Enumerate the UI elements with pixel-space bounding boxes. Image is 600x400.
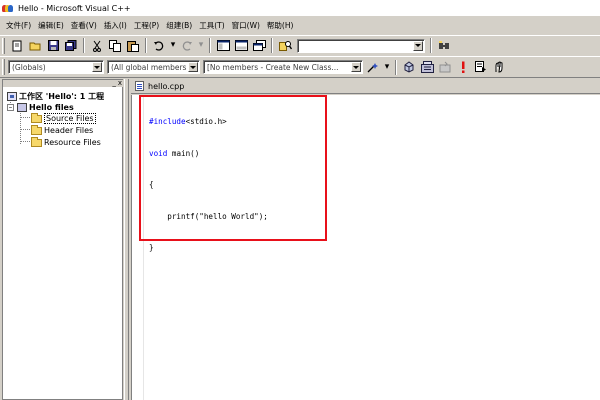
toolbar-separator [430, 38, 432, 53]
menu-tools[interactable]: 工具(T) [199, 20, 224, 31]
folder-icon [31, 112, 42, 123]
toolbar-separator [145, 38, 147, 53]
cpp-file-icon [135, 81, 144, 91]
class-scope-value: (Globals) [12, 62, 46, 72]
code-line: #include<stdio.h> [149, 117, 227, 126]
tree-folder-source-files[interactable]: Source Files [31, 112, 96, 124]
output-icon[interactable] [234, 39, 248, 53]
save-icon[interactable] [46, 39, 60, 53]
workspace-pane: _ x – 工作区 'Hello': 1 工程 Hello files Sour… [2, 79, 124, 400]
workspace-icon[interactable] [216, 39, 230, 53]
cut-icon[interactable] [90, 39, 104, 53]
standard-toolbar: ▾ ▾ [0, 35, 600, 55]
compile-icon[interactable] [402, 60, 416, 74]
execute-icon[interactable] [456, 60, 470, 74]
workspace-root-label: 工作区 'Hello': 1 工程 [19, 92, 105, 101]
code-text[interactable]: #include<stdio.h> void main() { printf("… [149, 96, 268, 275]
workspace-icon [7, 92, 17, 101]
save-all-icon[interactable] [64, 39, 78, 53]
class-scope-chevron-down-icon[interactable] [92, 62, 102, 72]
project-label: Hello files [29, 103, 74, 112]
workspace-close-button[interactable]: x [118, 79, 122, 87]
toolbar-grip[interactable] [2, 59, 5, 75]
header-files-label: Header Files [44, 126, 94, 135]
members-filter-combo[interactable]: (All global members [107, 60, 200, 74]
resource-files-label: Resource Files [44, 138, 101, 147]
wizard-action-dropdown-chevron-down-icon[interactable]: ▾ [384, 60, 390, 74]
pane-splitter[interactable] [124, 79, 129, 400]
source-files-label: Source Files [44, 113, 96, 124]
document-title: hello.cpp [148, 81, 185, 91]
window-list-icon[interactable] [252, 39, 266, 53]
insert-breakpoint-icon[interactable] [492, 60, 506, 74]
editor-gutter[interactable] [132, 95, 144, 400]
undo-icon[interactable] [152, 39, 166, 53]
build-icon[interactable] [420, 60, 434, 74]
toolbar-separator [209, 38, 211, 53]
tree-project[interactable]: Hello files [17, 102, 74, 113]
workspace-minimize-button[interactable]: _ [112, 79, 116, 87]
document-tab[interactable]: hello.cpp [131, 79, 600, 94]
copy-icon[interactable] [108, 39, 122, 53]
open-folder-icon[interactable] [28, 39, 42, 53]
code-line: { [149, 180, 154, 189]
tree-folder-resource-files[interactable]: Resource Files [31, 136, 101, 148]
visual-cpp-logo-icon [2, 4, 13, 13]
find-icon[interactable] [437, 39, 451, 53]
stop-build-icon[interactable] [438, 60, 452, 74]
code-line: } [149, 243, 154, 252]
code-line: void main() [149, 148, 200, 158]
find-in-files-icon[interactable] [278, 39, 292, 53]
menu-edit[interactable]: 编辑(E) [38, 20, 64, 31]
folder-icon [31, 136, 42, 147]
toolbar-separator [395, 59, 397, 75]
workspace-pane-header[interactable]: _ x [3, 79, 124, 87]
members-filter-chevron-down-icon[interactable] [188, 62, 198, 72]
code-line: printf("hello World"); [149, 211, 268, 221]
menu-build[interactable]: 组建(B) [166, 20, 192, 31]
tree-workspace-root[interactable]: 工作区 'Hello': 1 工程 [7, 91, 104, 102]
toolbar-separator [83, 38, 85, 53]
function-combo-chevron-down-icon[interactable] [351, 62, 361, 72]
menu-window[interactable]: 窗口(W) [232, 20, 260, 31]
code-editor[interactable]: #include<stdio.h> void main() { printf("… [131, 95, 600, 400]
window-title: Hello - Microsoft Visual C++ [18, 3, 131, 13]
wizard-build-toolbar: (Globals) (All global members [No member… [0, 56, 600, 78]
undo-dropdown-chevron-down-icon[interactable]: ▾ [170, 39, 176, 53]
members-filter-value: (All global members [111, 62, 187, 72]
toolbar-separator [271, 38, 273, 53]
redo-icon[interactable] [180, 39, 194, 53]
wizard-action-icon[interactable] [366, 60, 380, 74]
paste-icon[interactable] [126, 39, 140, 53]
redo-dropdown-chevron-down-icon[interactable]: ▾ [198, 39, 204, 53]
tree-collapse-icon[interactable]: – [7, 104, 14, 111]
function-combo[interactable]: [No members - Create New Class... [203, 60, 363, 74]
menu-insert[interactable]: 插入(I) [104, 20, 127, 31]
find-combo-chevron-down-icon[interactable] [413, 40, 423, 51]
tree-folder-header-files[interactable]: Header Files [31, 124, 94, 136]
function-combo-value: [No members - Create New Class... [207, 62, 339, 72]
project-icon [17, 103, 27, 112]
menu-file[interactable]: 文件(F) [6, 20, 31, 31]
find-combo[interactable] [297, 38, 425, 53]
new-file-icon[interactable] [10, 39, 24, 53]
title-bar: Hello - Microsoft Visual C++ [0, 0, 600, 16]
menu-view[interactable]: 查看(V) [71, 20, 97, 31]
menu-help[interactable]: 帮助(H) [267, 20, 294, 31]
class-scope-combo[interactable]: (Globals) [8, 60, 104, 74]
toolbar-grip[interactable] [2, 37, 5, 54]
menu-project[interactable]: 工程(P) [134, 20, 159, 31]
menu-bar: 文件(F) 编辑(E) 查看(V) 插入(I) 工程(P) 组建(B) 工具(T… [0, 17, 600, 33]
folder-icon [31, 124, 42, 135]
go-icon[interactable] [474, 60, 488, 74]
